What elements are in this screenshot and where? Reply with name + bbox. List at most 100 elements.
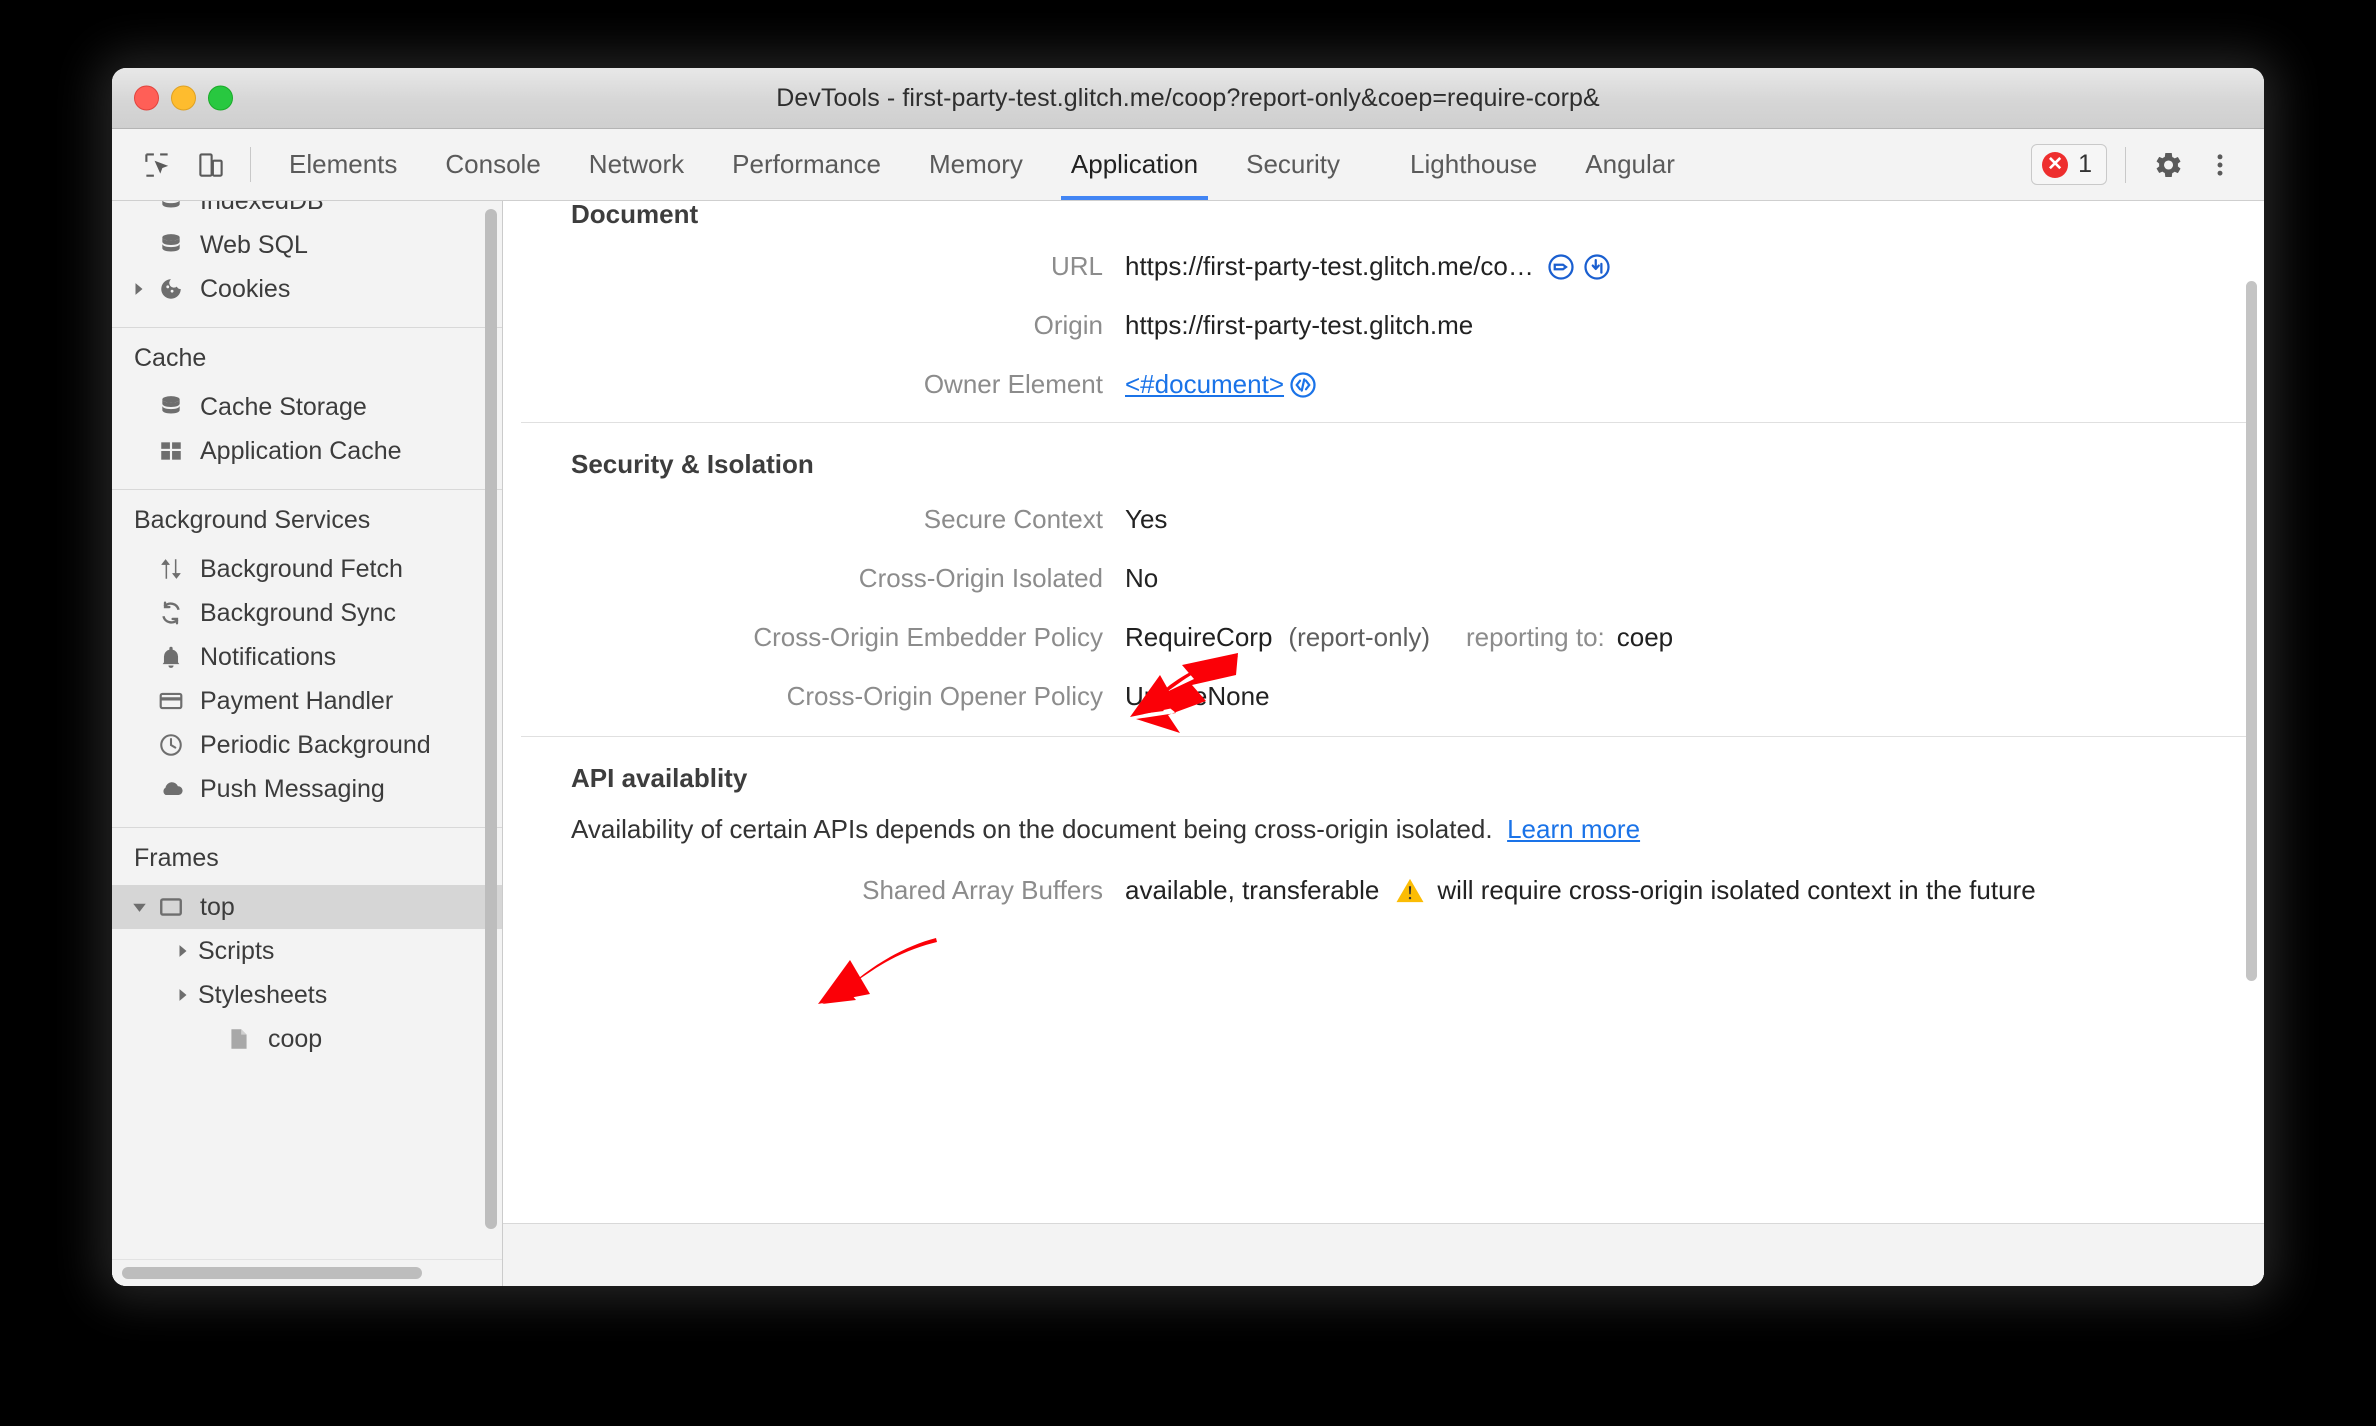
- toolbar-divider: [2125, 146, 2126, 183]
- tab-lighthouse[interactable]: Lighthouse: [1386, 129, 1561, 200]
- sidebar-item-label: Background Fetch: [200, 554, 403, 583]
- owner-element-link[interactable]: <#document>: [1125, 369, 1284, 400]
- tab-angular[interactable]: Angular: [1561, 129, 1699, 200]
- sidebar-item-periodic-background[interactable]: Periodic Background: [112, 723, 502, 767]
- sidebar-item-notifications[interactable]: Notifications: [112, 635, 502, 679]
- database-icon: [154, 232, 188, 258]
- row-key: Origin: [1033, 310, 1103, 340]
- sidebar-section-background-services: Background Services: [134, 506, 371, 534]
- api-section-title: API availablity: [571, 763, 748, 793]
- device-toolbar-icon[interactable]: [184, 129, 238, 200]
- tab-network[interactable]: Network: [565, 129, 708, 200]
- sidebar-item-background-fetch[interactable]: Background Fetch: [112, 547, 502, 591]
- tab-security[interactable]: Security: [1222, 129, 1364, 200]
- row-value: RequireCorp (report-only) reporting to: …: [1125, 622, 1673, 653]
- row-key: Cross-Origin Isolated: [858, 563, 1103, 593]
- chevron-down-icon[interactable]: [128, 900, 150, 915]
- sidebar-item-label: Scripts: [198, 936, 275, 965]
- maximize-window-button[interactable]: [208, 85, 233, 111]
- sidebar-divider: [112, 327, 502, 328]
- row-key: Cross-Origin Opener Policy: [786, 681, 1103, 711]
- sidebar-item-web-sql[interactable]: Web SQL: [112, 223, 502, 267]
- sidebar-item-cache-storage[interactable]: Cache Storage: [112, 385, 502, 429]
- security-section-title: Security & Isolation: [571, 449, 814, 479]
- tab-label: Memory: [929, 149, 1023, 179]
- panel-tabs: Elements Console Network Performance Mem…: [265, 129, 2031, 200]
- sidebar-vertical-scrollbar[interactable]: [485, 209, 497, 1229]
- sidebar-item-label: Cookies: [200, 274, 291, 303]
- devtools-body: IndexedDB Web SQL: [112, 201, 2264, 1286]
- row-value: Yes: [1125, 504, 1168, 534]
- api-section-description: Availability of certain APIs depends on …: [503, 804, 2264, 861]
- api-availability-section: API availablity Availability of certain …: [503, 737, 2264, 920]
- row-key: URL: [1050, 251, 1103, 281]
- document-icon: [222, 1026, 256, 1052]
- tab-label: Console: [445, 149, 541, 179]
- row-secure-context: Secure Context Yes: [503, 490, 2264, 549]
- devtools-window: DevTools - first-party-test.glitch.me/co…: [112, 68, 2264, 1286]
- sidebar-item-label: Application Cache: [200, 436, 402, 465]
- gear-icon[interactable]: [2144, 141, 2192, 189]
- sidebar-horizontal-scrollbar[interactable]: [122, 1267, 422, 1279]
- warning-triangle-icon: [1395, 877, 1425, 904]
- tab-memory[interactable]: Memory: [905, 129, 1047, 200]
- sidebar-item-scripts[interactable]: Scripts: [112, 929, 502, 973]
- sidebar-item-label: coop: [268, 1024, 323, 1053]
- tab-console[interactable]: Console: [421, 129, 564, 200]
- sidebar-section-frames: Frames: [134, 844, 219, 872]
- api-description-text: Availability of certain APIs depends on …: [571, 814, 1493, 844]
- sidebar-item-coop[interactable]: coop: [112, 1017, 502, 1061]
- row-coep: Cross-Origin Embedder Policy RequireCorp…: [503, 608, 2264, 667]
- chevron-right-icon[interactable]: [172, 944, 194, 958]
- sidebar-item-application-cache[interactable]: Application Cache: [112, 429, 502, 473]
- error-count-badge[interactable]: ✕ 1: [2031, 144, 2107, 185]
- sidebar-item-cookies[interactable]: Cookies: [112, 267, 502, 311]
- close-window-button[interactable]: [134, 85, 159, 111]
- minimize-window-button[interactable]: [171, 85, 196, 111]
- chevron-right-icon[interactable]: [172, 988, 194, 1002]
- learn-more-link[interactable]: Learn more: [1507, 814, 1640, 844]
- sidebar-item-top-frame[interactable]: top: [112, 885, 502, 929]
- row-value: No: [1125, 563, 1159, 593]
- tab-label: Network: [588, 149, 685, 179]
- tab-elements[interactable]: Elements: [265, 129, 421, 200]
- credit-card-icon: [154, 688, 188, 714]
- sidebar-item-stylesheets[interactable]: Stylesheets: [112, 973, 502, 1017]
- more-vertical-icon[interactable]: [2196, 141, 2244, 189]
- grid-icon: [154, 438, 188, 464]
- panel-footer: [503, 1223, 2264, 1286]
- cookie-icon: [154, 276, 188, 302]
- frame-details-panel: Document URL https://first-party-test.gl…: [503, 201, 2264, 1286]
- sidebar-item-payment-handler[interactable]: Payment Handler: [112, 679, 502, 723]
- window-titlebar: DevTools - first-party-test.glitch.me/co…: [112, 68, 2264, 129]
- sidebar-item-label: Notifications: [200, 642, 337, 671]
- reveal-circle-icon[interactable]: [1582, 252, 1612, 282]
- row-owner-element: Owner Element <#document>: [503, 355, 2264, 422]
- tag-circle-icon[interactable]: [1546, 252, 1576, 282]
- frames-group: Frames top Scripts Stylesheets coop: [112, 832, 502, 1067]
- code-circle-icon[interactable]: [1288, 370, 1318, 400]
- row-url: URL https://first-party-test.glitch.me/c…: [503, 225, 2264, 296]
- tab-performance[interactable]: Performance: [708, 129, 905, 200]
- sidebar-item-indexeddb[interactable]: IndexedDB: [112, 201, 502, 223]
- database-icon: [154, 201, 188, 214]
- bell-icon: [154, 644, 188, 670]
- sidebar-item-push-messaging[interactable]: Push Messaging: [112, 767, 502, 811]
- tab-application[interactable]: Application: [1047, 129, 1222, 200]
- document-section-title: Document: [571, 201, 699, 225]
- tab-label: Application: [1070, 149, 1199, 179]
- row-key: Owner Element: [923, 369, 1103, 399]
- storage-group: IndexedDB Web SQL: [112, 201, 502, 317]
- coep-reporting-value: coep: [1616, 622, 1674, 652]
- sidebar-item-background-sync[interactable]: Background Sync: [112, 591, 502, 635]
- row-origin: Origin https://first-party-test.glitch.m…: [503, 296, 2264, 355]
- sidebar-item-label: Stylesheets: [198, 980, 328, 1009]
- row-value: available, transferable will require cro…: [1125, 875, 2036, 906]
- frame-details-scroll: Document URL https://first-party-test.gl…: [503, 201, 2264, 1223]
- main-vertical-scrollbar[interactable]: [2246, 281, 2257, 981]
- sidebar-scroll-content: IndexedDB Web SQL: [112, 201, 502, 1259]
- error-count-label: 1: [2078, 150, 2092, 178]
- inspect-element-icon[interactable]: [130, 129, 184, 200]
- chevron-right-icon[interactable]: [128, 282, 150, 296]
- document-section: Document URL https://first-party-test.gl…: [503, 201, 2264, 422]
